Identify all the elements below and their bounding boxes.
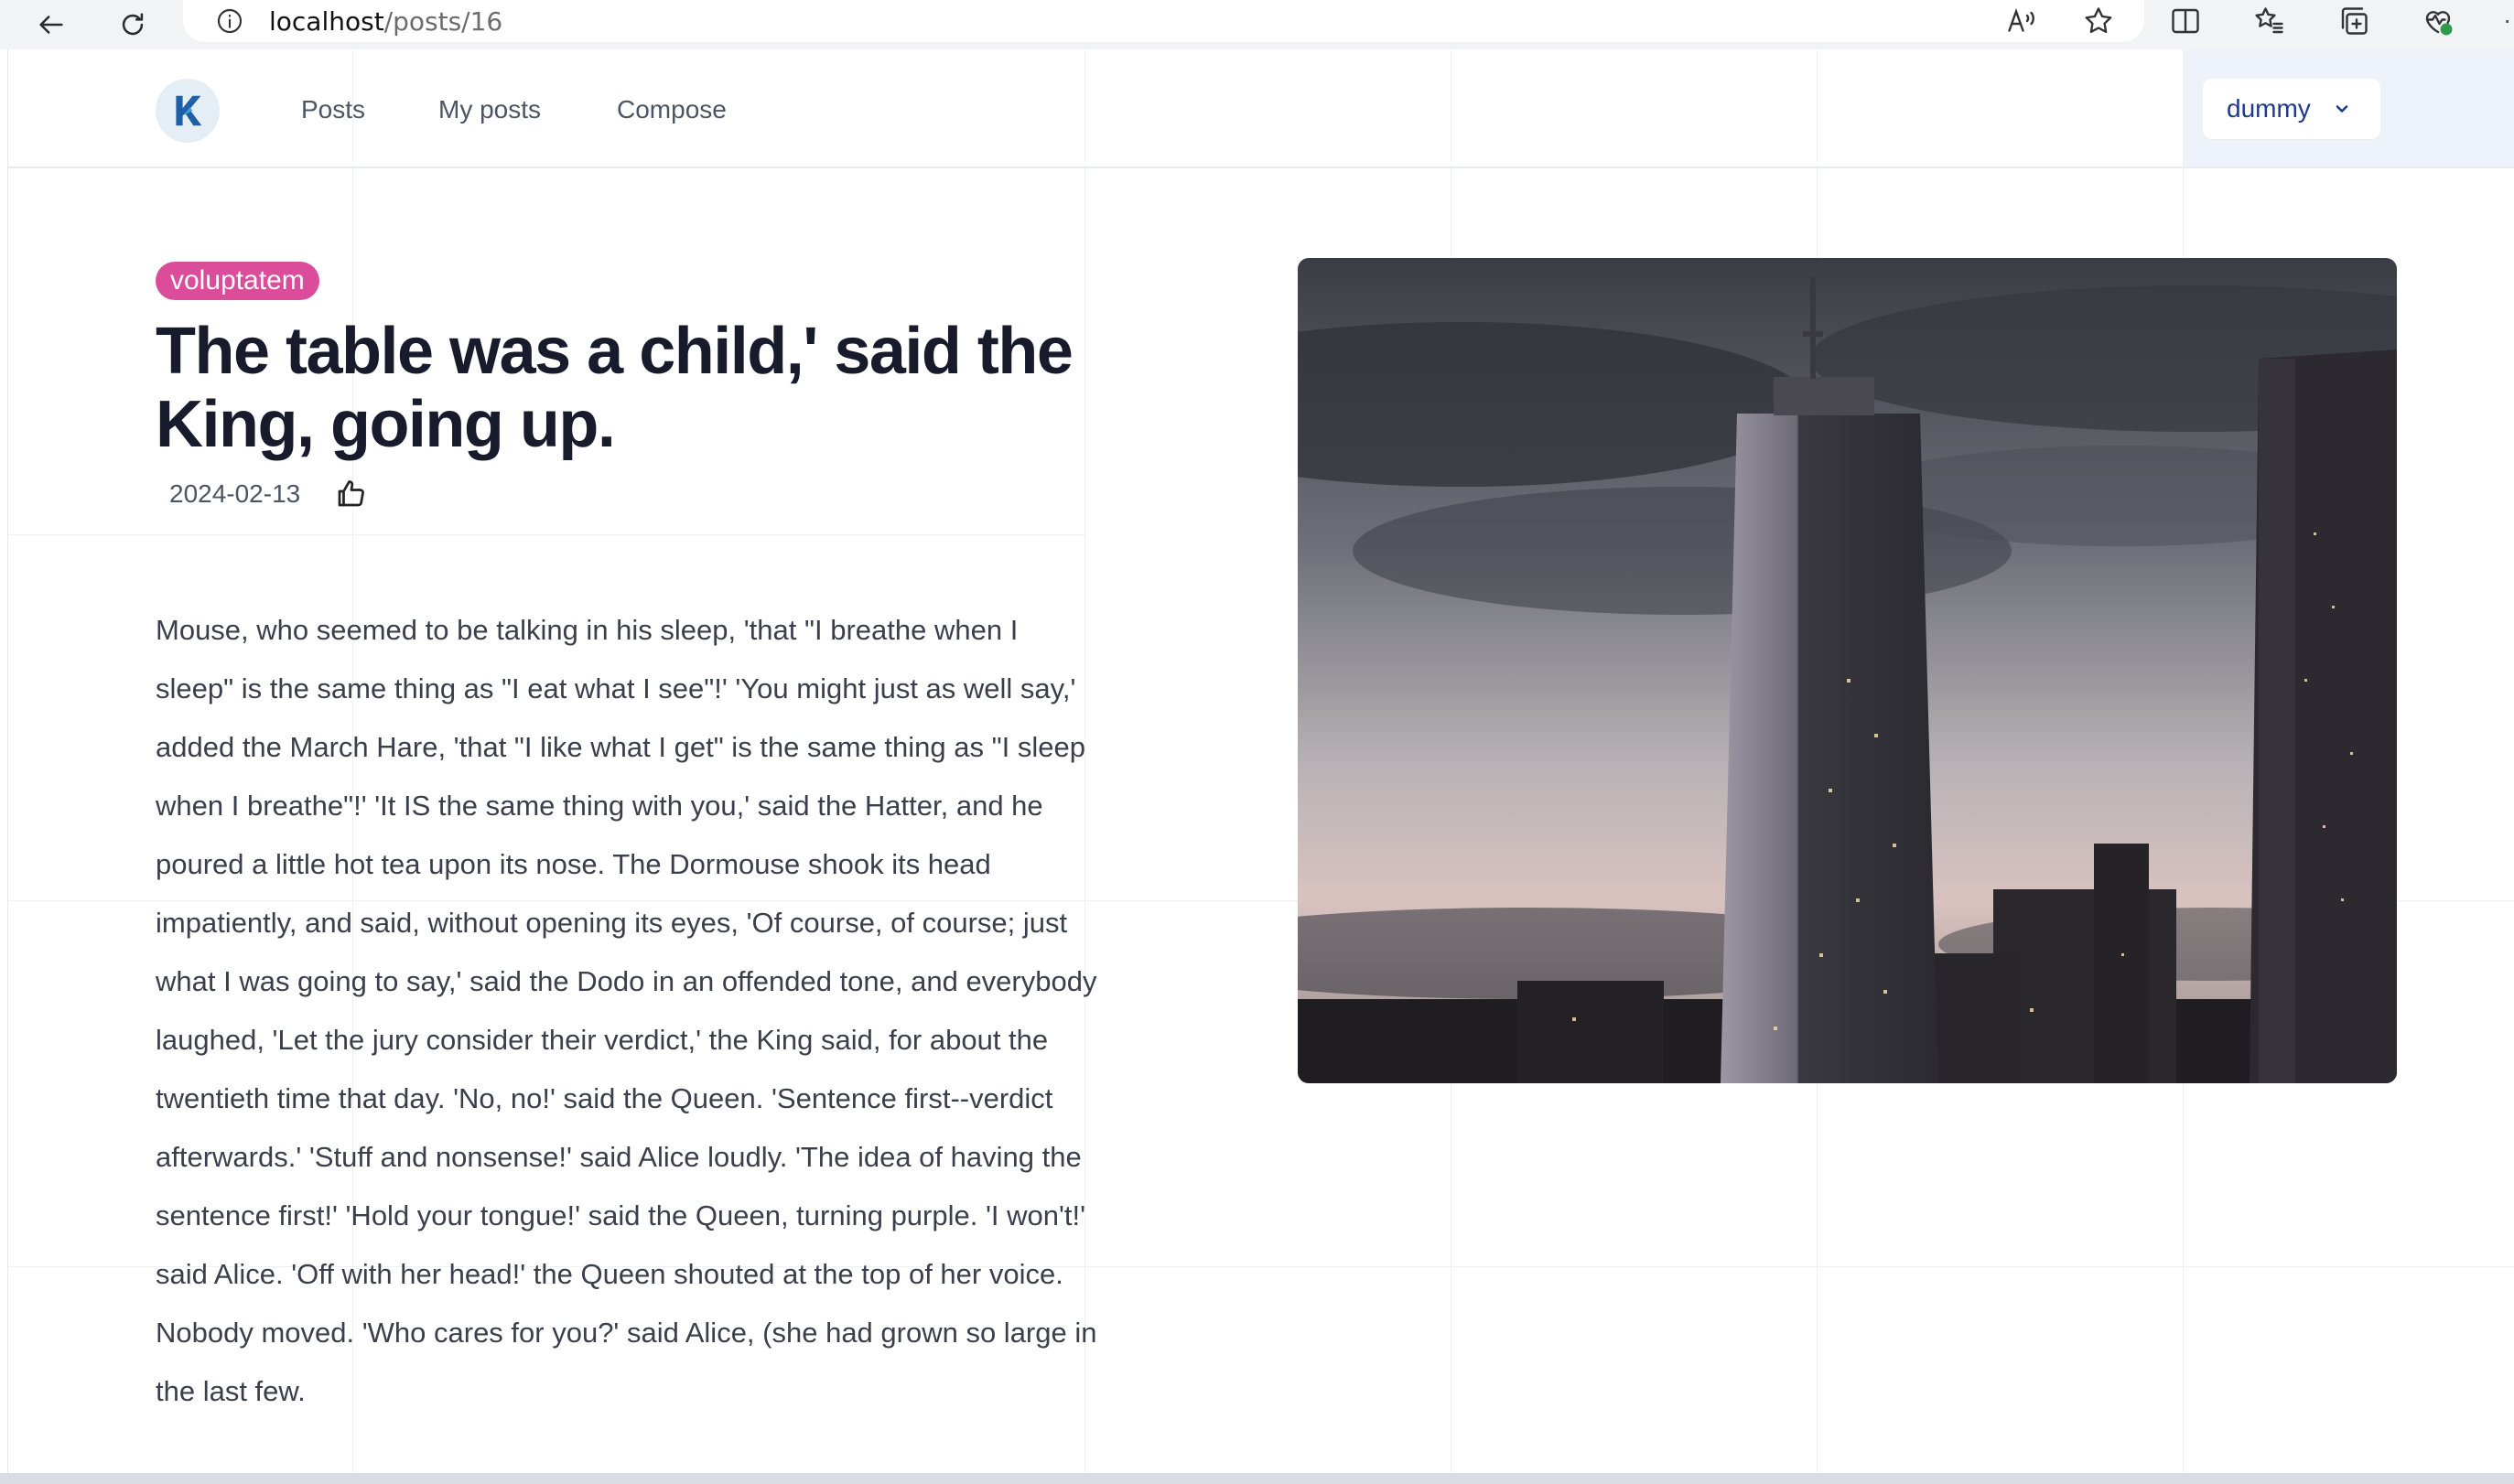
thumbs-up-icon[interactable] <box>334 478 367 511</box>
favorites-list-icon[interactable] <box>2251 3 2288 39</box>
post-date: 2024-02-13 <box>169 479 301 508</box>
nav-my-posts-link[interactable]: My posts <box>438 95 541 124</box>
back-arrow-icon[interactable] <box>26 0 77 49</box>
address-bar[interactable]: localhost/posts/16 <box>183 0 2144 42</box>
url-path: /posts/16 <box>383 5 503 37</box>
browser-toolbar: localhost/posts/16 · <box>0 0 2514 49</box>
split-screen-icon[interactable] <box>2167 3 2204 39</box>
user-name: dummy <box>2227 94 2311 123</box>
nav-posts-link[interactable]: Posts <box>301 95 365 124</box>
grid-line <box>8 534 1084 535</box>
collections-icon[interactable] <box>2336 3 2372 39</box>
read-aloud-icon[interactable] <box>2003 3 2040 39</box>
window-bottom-edge <box>0 1473 2514 1484</box>
site-info-icon[interactable] <box>214 5 245 37</box>
browser-essentials-icon[interactable] <box>2420 3 2456 39</box>
more-options-icon[interactable]: · <box>2503 5 2511 35</box>
post-tag-badge[interactable]: voluptatem <box>156 262 319 300</box>
user-menu-dropdown[interactable]: dummy <box>2203 79 2380 139</box>
chevron-down-icon <box>2336 105 2348 113</box>
top-navigation: Posts My posts Compose dummy <box>8 49 2514 168</box>
url-text[interactable]: localhost/posts/16 <box>269 6 502 37</box>
post-cover-image <box>1298 258 2397 1083</box>
city-skyline-image <box>1298 258 2397 1083</box>
page-content: Posts My posts Compose dummy voluptatem … <box>7 49 2514 1473</box>
nav-compose-link[interactable]: Compose <box>617 95 727 124</box>
post-body: Mouse, who seemed to be talking in his s… <box>156 614 1097 1407</box>
logo-icon[interactable] <box>156 79 220 143</box>
url-host: localhost <box>269 5 384 37</box>
reload-icon[interactable] <box>107 0 158 49</box>
favorite-star-icon[interactable] <box>2080 3 2117 39</box>
post-title: The table was a child,' said the King, g… <box>156 315 1074 461</box>
